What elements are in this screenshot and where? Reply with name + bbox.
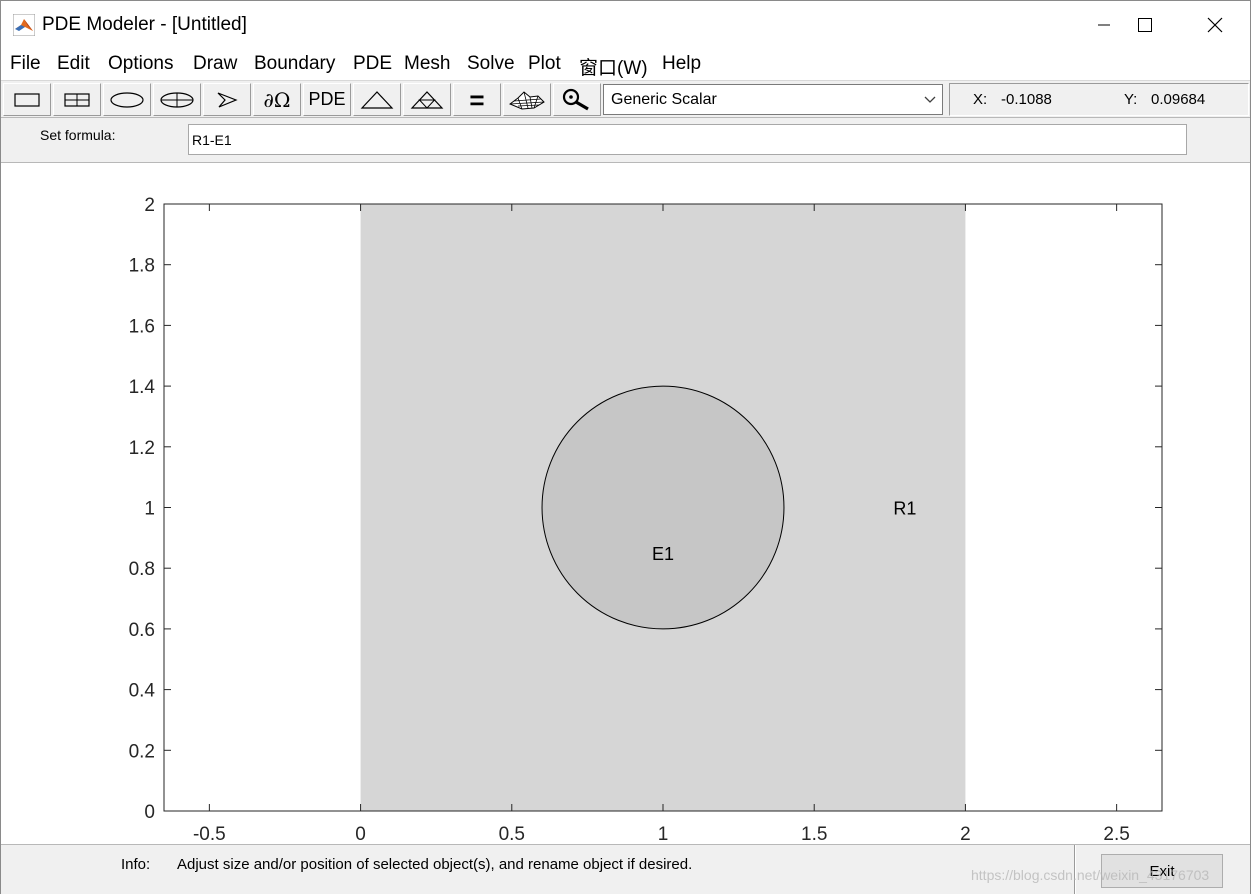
plot-button[interactable] — [503, 83, 551, 116]
menu-pde[interactable]: PDE — [353, 53, 392, 75]
draw-rectangle-centered-button[interactable] — [53, 83, 101, 116]
shape-label-e1: E1 — [652, 544, 674, 564]
x-tick-label: 0 — [355, 824, 366, 844]
menu-boundary[interactable]: Boundary — [254, 53, 335, 75]
x-coord-label: X: — [973, 91, 988, 108]
draw-polygon-button[interactable] — [203, 83, 251, 116]
init-mesh-icon — [360, 90, 394, 109]
boundary-mode-icon: ∂Ω — [263, 87, 291, 112]
menu-solve[interactable]: Solve — [467, 53, 515, 75]
draw-rectangle-button[interactable] — [3, 83, 51, 116]
refine-mesh-button[interactable] — [403, 83, 451, 116]
chevron-down-icon — [918, 85, 942, 114]
rectangle-centered-icon — [64, 92, 90, 107]
x-tick-label: 2.5 — [1103, 824, 1129, 844]
x-tick-label: 0.5 — [499, 824, 525, 844]
ellipse-icon — [110, 91, 144, 108]
info-bar: Info: Adjust size and/or position of sel… — [1, 844, 1250, 894]
menu-edit[interactable]: Edit — [57, 53, 90, 75]
shape-e1[interactable] — [541, 385, 785, 630]
menu-window[interactable]: 窗口(W) — [579, 53, 648, 80]
refine-mesh-icon — [410, 90, 444, 109]
menu-options[interactable]: Options — [108, 53, 173, 75]
geometry-plot-area[interactable]: -0.5 0 0.5 1 1.5 2 2.5 0 0.2 0.4 0.6 0.8 1 1.2 1.4 1.6 1… — [1, 163, 1250, 844]
init-mesh-button[interactable] — [353, 83, 401, 116]
close-button[interactable] — [1192, 1, 1238, 48]
ellipse-centered-icon — [160, 91, 194, 108]
x-tick-label: -0.5 — [193, 824, 226, 844]
solve-icon: = — [469, 84, 485, 115]
menu-mesh[interactable]: Mesh — [404, 53, 450, 75]
maximize-icon — [1138, 17, 1152, 32]
geometry-axes[interactable]: -0.5 0 0.5 1 1.5 2 2.5 0 0.2 0.4 0.6 0.8 1 1.2 1.4 1.6 1… — [1, 163, 1250, 844]
info-label: Info: — [121, 856, 151, 873]
y-tick-label: 1.4 — [129, 377, 156, 398]
close-icon — [1207, 17, 1223, 32]
title-bar: PDE Modeler - [Untitled] — [1, 1, 1250, 48]
pde-button-label: PDE — [308, 89, 346, 109]
plot-icon — [509, 90, 545, 110]
y-tick-label: 0.6 — [129, 620, 155, 641]
set-formula-input[interactable] — [188, 124, 1187, 155]
draw-ellipse-centered-button[interactable] — [153, 83, 201, 116]
boundary-mode-button[interactable]: ∂Ω — [253, 83, 301, 116]
maximize-button[interactable] — [1122, 1, 1168, 48]
minimize-button[interactable] — [1081, 1, 1127, 48]
menu-plot[interactable]: Plot — [528, 53, 561, 75]
x-tick-label: 1.5 — [801, 824, 827, 844]
solve-button[interactable]: = — [453, 83, 501, 116]
y-tick-label: 0.8 — [129, 559, 155, 580]
info-divider — [1074, 845, 1076, 894]
draw-ellipse-button[interactable] — [103, 83, 151, 116]
formula-bar: Set formula: — [1, 117, 1250, 163]
application-mode-select[interactable]: Generic Scalar — [603, 84, 943, 115]
menu-file[interactable]: File — [10, 53, 41, 75]
x-tick-label: 2 — [960, 824, 971, 844]
exit-button[interactable]: Exit — [1101, 854, 1223, 888]
application-mode-value: Generic Scalar — [611, 91, 717, 108]
menu-draw[interactable]: Draw — [193, 53, 237, 75]
y-tick-label: 0.2 — [129, 741, 155, 762]
toolbar: ∂Ω PDE = Generic Scalar X: -0.1088 Y: 0.… — [1, 80, 1250, 117]
y-tick-label: 1 — [144, 499, 155, 520]
menu-help[interactable]: Help — [662, 53, 701, 75]
set-formula-label: Set formula: — [40, 127, 116, 143]
minimize-icon — [1098, 24, 1110, 25]
info-message: Adjust size and/or position of selected … — [177, 856, 693, 873]
y-tick-label: 2 — [144, 195, 155, 216]
x-coord-value: -0.1088 — [1001, 91, 1052, 108]
y-tick-label: 0 — [144, 802, 155, 823]
zoom-button[interactable] — [553, 83, 601, 116]
coordinate-readout: X: -0.1088 Y: 0.09684 — [949, 83, 1249, 116]
pde-modeler-window: PDE Modeler - [Untitled] File Edit Optio… — [0, 0, 1251, 894]
zoom-icon — [562, 88, 589, 110]
y-tick-label: 1.8 — [129, 256, 155, 277]
polygon-icon — [217, 91, 238, 108]
y-tick-label: 1.6 — [129, 316, 155, 337]
menu-bar: File Edit Options Draw Boundary PDE Mesh… — [1, 48, 1250, 80]
matlab-logo-icon — [13, 14, 35, 36]
rectangle-icon — [14, 92, 40, 107]
y-tick-label: 0.4 — [129, 681, 156, 702]
y-coord-value: 0.09684 — [1151, 91, 1206, 108]
y-tick-label: 1.2 — [129, 438, 155, 459]
x-tick-label: 1 — [658, 824, 669, 844]
y-coord-label: Y: — [1124, 91, 1138, 108]
window-title: PDE Modeler - [Untitled] — [42, 14, 247, 35]
pde-specification-button[interactable]: PDE — [303, 83, 351, 116]
shape-label-r1: R1 — [893, 499, 916, 519]
